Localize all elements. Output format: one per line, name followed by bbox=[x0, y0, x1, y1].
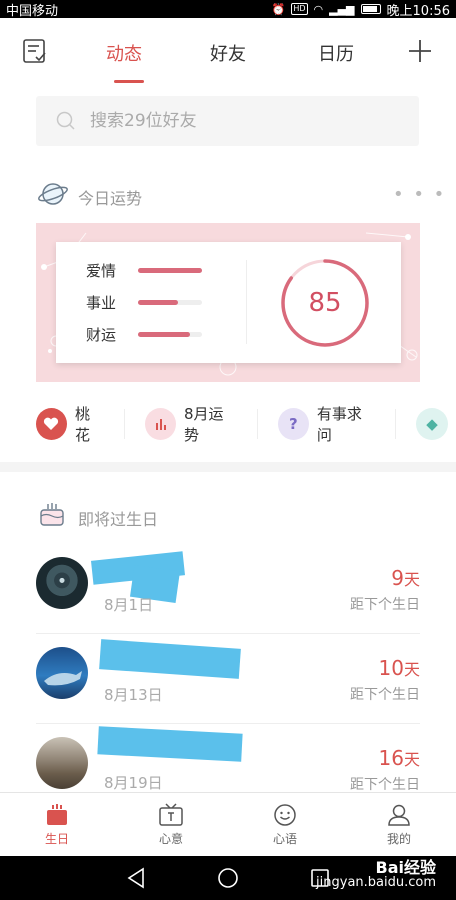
compass-icon: ◆ bbox=[416, 408, 448, 440]
watermark-brand: Bai经验 bbox=[375, 858, 436, 877]
quick-link-label: 8月运势 bbox=[184, 405, 224, 444]
tab-dynamics[interactable]: 动态 bbox=[94, 40, 154, 66]
watermark-url: jingyan.baidu.com bbox=[316, 875, 436, 890]
quick-links: 桃花 8月运势 ? 有事求问 ◆ bbox=[0, 396, 456, 452]
hd-badge: HD bbox=[291, 3, 308, 15]
nav-profile[interactable]: 我的 bbox=[342, 793, 456, 856]
wifi-icon: ◠ bbox=[313, 2, 324, 16]
fortune-title: 今日运势 bbox=[78, 189, 143, 208]
birthday-row[interactable]: 8月13日 10天 距下个生日 bbox=[36, 634, 420, 724]
avatar bbox=[36, 557, 88, 609]
planet-icon bbox=[38, 183, 68, 205]
nav-label: 心意 bbox=[158, 831, 183, 846]
fortune-label-love: 爱情 bbox=[86, 262, 117, 280]
fortune-score: 85 bbox=[308, 288, 342, 318]
birthday-card: 即将过生日 8月1日 9天 距下个生日 8月13日 10天 距下个生日 8月19… bbox=[0, 472, 456, 792]
birthday-date: 8月19日 bbox=[104, 774, 163, 792]
search-input[interactable] bbox=[90, 111, 390, 131]
birthday-date: 8月13日 bbox=[104, 686, 163, 704]
fortune-bar-fill bbox=[138, 332, 191, 337]
quick-link-label: 有事求问 bbox=[316, 405, 362, 444]
fortune-bar-fill bbox=[138, 268, 202, 273]
fortune-bar-wealth bbox=[138, 332, 202, 337]
days-value: 9 bbox=[391, 566, 404, 590]
nav-birthday[interactable]: 生日 bbox=[0, 793, 114, 856]
more-options-icon[interactable]: • • • bbox=[393, 184, 446, 205]
quick-link-monthly-fortune[interactable]: 8月运势 bbox=[125, 404, 237, 444]
fortune-panel[interactable]: 爱情 事业 财运 85 bbox=[36, 223, 420, 382]
days-until-birthday: 10天 bbox=[379, 656, 420, 680]
cake-icon bbox=[47, 803, 67, 825]
search-icon bbox=[56, 111, 75, 130]
fortune-label-career: 事业 bbox=[86, 294, 117, 312]
fortune-label-wealth: 财运 bbox=[86, 326, 117, 344]
days-until-birthday: 16天 bbox=[379, 746, 420, 770]
quick-link-peach[interactable]: 桃花 bbox=[0, 404, 104, 444]
signal-icon: ▂▄▆ bbox=[329, 2, 355, 16]
birthday-date: 8月1日 bbox=[104, 596, 154, 614]
battery-icon bbox=[360, 4, 381, 14]
carrier-label: 中国移动 bbox=[6, 3, 59, 19]
question-icon: ? bbox=[277, 408, 309, 440]
quick-link-ask[interactable]: ? 有事求问 bbox=[258, 404, 375, 444]
alarm-icon: ⏰ bbox=[271, 2, 286, 16]
days-until-birthday: 9天 bbox=[391, 566, 420, 590]
redacted-name bbox=[97, 726, 243, 762]
search-area bbox=[0, 84, 456, 160]
fortune-bar-love bbox=[138, 268, 202, 273]
days-value: 10 bbox=[378, 656, 404, 680]
fortune-summary: 爱情 事业 财运 85 bbox=[56, 242, 401, 363]
watermark: Bai经验 jingyan.baidu.com bbox=[316, 856, 436, 891]
days-unit: 天 bbox=[403, 660, 420, 679]
tab-friends[interactable]: 好友 bbox=[198, 40, 258, 66]
avatar bbox=[36, 647, 88, 699]
status-icons: ⏰ HD ◠ ▂▄▆ 晚上10:56 bbox=[272, 0, 450, 19]
fortune-divider bbox=[246, 260, 247, 344]
bar-chart-icon bbox=[145, 408, 177, 440]
days-unit: 天 bbox=[403, 750, 420, 769]
search-box[interactable] bbox=[36, 96, 419, 146]
days-caption: 距下个生日 bbox=[350, 777, 420, 792]
fortune-bar-career bbox=[138, 300, 202, 305]
nav-label: 我的 bbox=[386, 831, 411, 846]
home-icon[interactable] bbox=[217, 867, 239, 889]
days-caption: 距下个生日 bbox=[350, 597, 420, 613]
birthday-row[interactable]: 8月19日 16天 距下个生日 bbox=[36, 724, 420, 792]
nav-message[interactable]: 心语 bbox=[228, 793, 342, 856]
clock-label: 晚上10:56 bbox=[386, 3, 450, 19]
bottom-nav: 生日 心意 心语 我的 bbox=[0, 792, 456, 856]
redacted-name bbox=[99, 639, 241, 679]
days-unit: 天 bbox=[403, 570, 420, 589]
smile-icon bbox=[274, 803, 296, 826]
heart-icon bbox=[36, 408, 67, 440]
person-icon bbox=[388, 804, 410, 826]
fortune-bar-fill bbox=[138, 300, 178, 305]
fortune-card: 今日运势 • • • 爱情 事业 财运 85 桃花 8月运势 ? 有事求问 ◆ bbox=[0, 160, 456, 462]
tab-calendar[interactable]: 日历 bbox=[306, 40, 366, 66]
days-caption: 距下个生日 bbox=[350, 687, 420, 703]
nav-label: 心语 bbox=[272, 831, 297, 846]
birthday-row[interactable]: 8月1日 9天 距下个生日 bbox=[36, 544, 420, 634]
fortune-row-love: 爱情 bbox=[86, 260, 202, 281]
active-tab-indicator bbox=[114, 80, 144, 83]
back-icon[interactable] bbox=[126, 867, 146, 889]
dolphin-image bbox=[44, 671, 82, 686]
avatar bbox=[36, 737, 88, 789]
birthday-title: 即将过生日 bbox=[78, 510, 159, 529]
nav-label: 生日 bbox=[44, 831, 69, 846]
top-bar: 动态 好友 日历 bbox=[0, 18, 456, 84]
fortune-row-career: 事业 bbox=[86, 292, 202, 313]
days-value: 16 bbox=[378, 746, 404, 770]
add-icon[interactable] bbox=[406, 37, 434, 65]
fortune-row-wealth: 财运 bbox=[86, 324, 202, 345]
cake-icon bbox=[40, 503, 64, 526]
quick-link-label: 桃花 bbox=[74, 405, 90, 444]
nav-gift[interactable]: 心意 bbox=[114, 793, 228, 856]
status-bar: 中国移动 ⏰ HD ◠ ▂▄▆ 晚上10:56 bbox=[0, 0, 456, 19]
note-check-icon[interactable] bbox=[22, 38, 48, 64]
quick-link-compass[interactable]: ◆ bbox=[396, 404, 456, 444]
gift-tv-icon bbox=[159, 802, 183, 826]
